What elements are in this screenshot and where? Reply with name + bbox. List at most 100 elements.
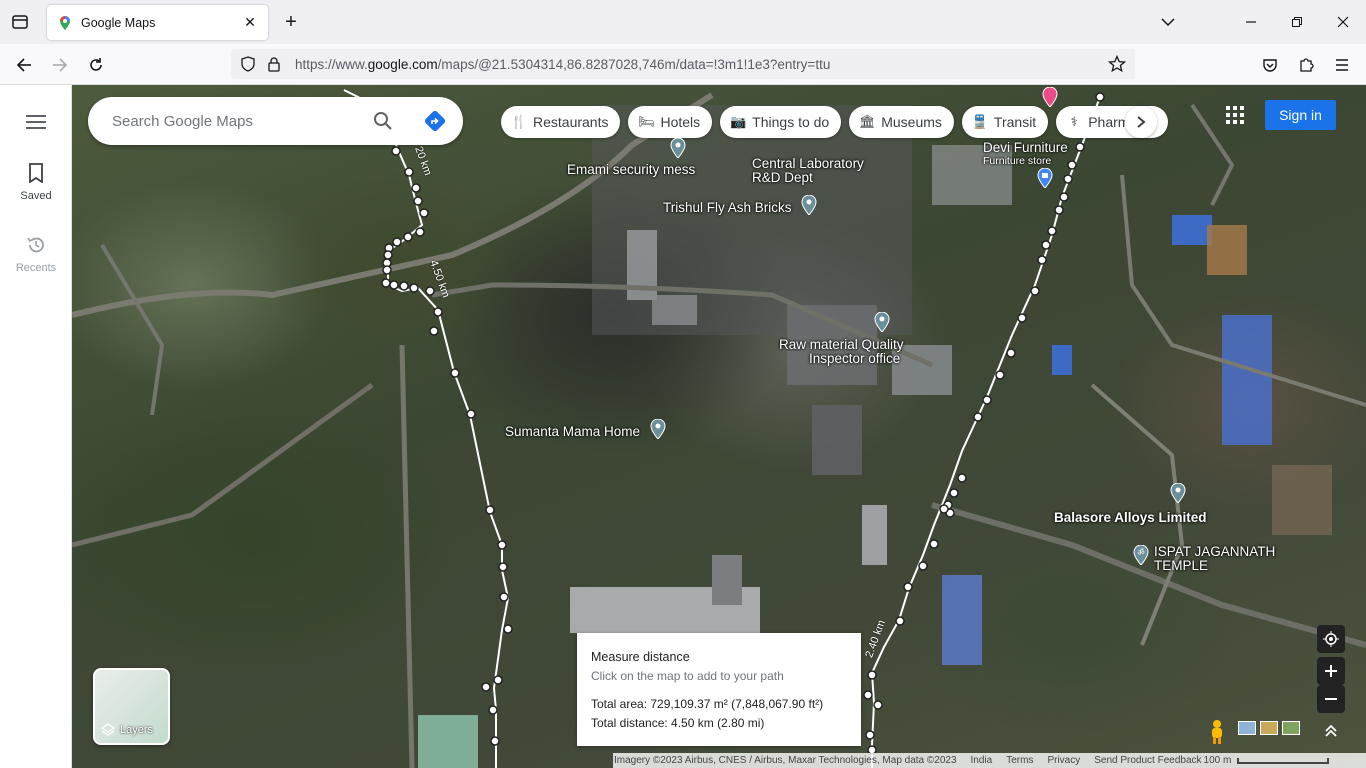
- zoom-out-button[interactable]: [1317, 685, 1345, 713]
- bed-icon: 🛏: [638, 114, 655, 129]
- reload-button[interactable]: [84, 53, 108, 77]
- chip-things-to-do[interactable]: 📷 Things to do: [720, 106, 842, 138]
- bookmark-star-icon[interactable]: [1107, 54, 1127, 74]
- place-pin-icon[interactable]: [874, 312, 890, 332]
- maps-menu-button[interactable]: [24, 113, 48, 131]
- chip-label: Hotels: [660, 114, 701, 130]
- layer-thumbnails: [1238, 721, 1300, 735]
- country-link[interactable]: India: [971, 755, 993, 766]
- temple-pin-icon[interactable]: ॐ: [1133, 545, 1149, 565]
- recents-button[interactable]: Recents: [0, 235, 72, 274]
- bookmark-icon: [29, 163, 43, 184]
- place-pin-icon[interactable]: [650, 419, 666, 439]
- tab-close-icon[interactable]: ✕: [242, 14, 258, 31]
- place-label-trishul-fly-ash-bricks[interactable]: Trishul Fly Ash Bricks: [663, 200, 792, 215]
- recents-label: Recents: [15, 262, 57, 274]
- fork-knife-icon: 🍴: [510, 114, 528, 129]
- extensions-button[interactable]: [1294, 53, 1318, 77]
- shopping-pin-icon[interactable]: [1037, 168, 1053, 188]
- map-canvas[interactable]: 20 km 4.50 km 2.40 km 🍴Restaurants 🛏Hote…: [72, 85, 1366, 768]
- place-label-emami-security-mess[interactable]: Emami security mess: [567, 162, 695, 177]
- place-label-inspector-office[interactable]: Inspector office: [809, 351, 900, 366]
- chips-next-button[interactable]: [1125, 106, 1157, 138]
- satellite-layer-thumb[interactable]: [1282, 721, 1300, 735]
- measure-distance-panel: Measure distance Click on the map to add…: [577, 633, 861, 746]
- forward-arrow-icon: [53, 58, 68, 72]
- lock-icon[interactable]: [265, 55, 283, 73]
- layers-label: Layers: [120, 724, 154, 736]
- tracking-protection-shield-icon[interactable]: [239, 55, 257, 73]
- terrain-layer-thumb[interactable]: [1260, 721, 1278, 735]
- pocket-button[interactable]: [1258, 53, 1282, 77]
- restore-window-button[interactable]: [1285, 10, 1309, 34]
- google-apps-icon[interactable]: [1226, 106, 1244, 124]
- new-tab-button[interactable]: +: [280, 11, 302, 33]
- back-button[interactable]: [12, 53, 36, 77]
- directions-icon[interactable]: [424, 110, 446, 132]
- search-box: [88, 97, 463, 145]
- chip-museums[interactable]: 🏛 Museums: [849, 106, 954, 138]
- url-text[interactable]: https://www.google.com/maps/@21.5304314,…: [295, 57, 1107, 72]
- restore-icon: [1292, 17, 1302, 27]
- layers-button[interactable]: Layers: [93, 668, 170, 745]
- transit-layer-thumb[interactable]: [1238, 721, 1256, 735]
- zoom-in-button[interactable]: [1317, 657, 1345, 685]
- browser-tab[interactable]: Google Maps ✕: [47, 5, 268, 40]
- app-menu-button[interactable]: [1330, 53, 1354, 77]
- url-domain: google.com: [367, 56, 438, 72]
- forward-button[interactable]: [48, 53, 72, 77]
- place-label-rd-dept[interactable]: R&D Dept: [752, 170, 813, 185]
- my-location-icon: [1323, 631, 1339, 647]
- chip-label: Restaurants: [533, 114, 609, 130]
- place-label-central-laboratory[interactable]: Central Laboratory: [752, 156, 864, 171]
- svg-text:ॐ: ॐ: [1137, 548, 1144, 557]
- imagery-attribution: Imagery ©2023 Airbus, CNES / Airbus, Max…: [614, 755, 957, 766]
- chip-label: Museums: [881, 114, 942, 130]
- place-label-sumanta-mama-home[interactable]: Sumanta Mama Home: [505, 424, 640, 439]
- saved-label: Saved: [20, 190, 52, 202]
- pocket-icon: [1263, 59, 1277, 72]
- search-input[interactable]: [112, 112, 352, 130]
- chip-transit[interactable]: 🚆 Transit: [961, 106, 1049, 138]
- sign-in-button[interactable]: Sign in: [1265, 100, 1336, 130]
- terms-link[interactable]: Terms: [1006, 755, 1033, 766]
- scale-bar[interactable]: 100 m: [1203, 755, 1330, 766]
- hamburger-menu-icon: [26, 115, 46, 129]
- place-pin-icon[interactable]: [1170, 483, 1186, 503]
- measure-total-distance: Total distance: 4.50 km (2.80 mi): [591, 716, 765, 730]
- address-bar[interactable]: https://www.google.com/maps/@21.5304314,…: [231, 49, 1135, 79]
- scale-label: 100 m: [1203, 755, 1232, 766]
- chip-restaurants[interactable]: 🍴 Restaurants: [501, 106, 621, 138]
- train-icon: 🚆: [971, 114, 989, 129]
- search-icon[interactable]: [373, 111, 393, 131]
- hotel-pin-icon[interactable]: [1042, 87, 1058, 107]
- close-icon: [1337, 16, 1349, 28]
- tab-list-icon: [12, 15, 28, 29]
- place-label-raw-material-quality[interactable]: Raw material Quality: [779, 337, 904, 352]
- chevron-right-icon: [1137, 116, 1146, 128]
- expand-chevrons-icon[interactable]: [1323, 723, 1339, 739]
- tab-list-button[interactable]: [8, 10, 32, 34]
- place-pin-icon[interactable]: [670, 138, 686, 158]
- tab-title: Google Maps: [81, 15, 156, 30]
- privacy-link[interactable]: Privacy: [1047, 755, 1080, 766]
- saved-button[interactable]: Saved: [0, 163, 72, 202]
- list-all-tabs-chevron-icon[interactable]: [1158, 12, 1178, 32]
- url-path: /maps/@21.5304314,86.8287028,746m/data=!…: [437, 56, 831, 72]
- chip-hotels[interactable]: 🛏 Hotels: [628, 106, 713, 138]
- map-attribution-bar: Imagery ©2023 Airbus, CNES / Airbus, Max…: [613, 753, 1366, 768]
- send-feedback-link[interactable]: Send Product Feedback: [1094, 755, 1201, 766]
- place-pin-icon[interactable]: [801, 195, 817, 215]
- place-label-temple[interactable]: TEMPLE: [1154, 558, 1208, 573]
- minus-icon: [1325, 698, 1337, 700]
- place-label-balasore-alloys-limited[interactable]: Balasore Alloys Limited: [1054, 510, 1207, 525]
- place-label-ispat-jagannath[interactable]: ISPAT JAGANNATH: [1154, 544, 1275, 559]
- my-location-button[interactable]: [1317, 625, 1345, 653]
- back-arrow-icon: [16, 58, 31, 72]
- close-window-button[interactable]: [1331, 10, 1355, 34]
- measure-hint: Click on the map to add to your path: [591, 669, 784, 683]
- pegman-street-view-icon[interactable]: [1206, 719, 1228, 745]
- browser-tab-bar: Google Maps ✕ +: [0, 0, 1366, 44]
- minimize-window-button[interactable]: [1239, 10, 1263, 34]
- place-label-devi-furniture[interactable]: Devi Furniture: [983, 140, 1068, 155]
